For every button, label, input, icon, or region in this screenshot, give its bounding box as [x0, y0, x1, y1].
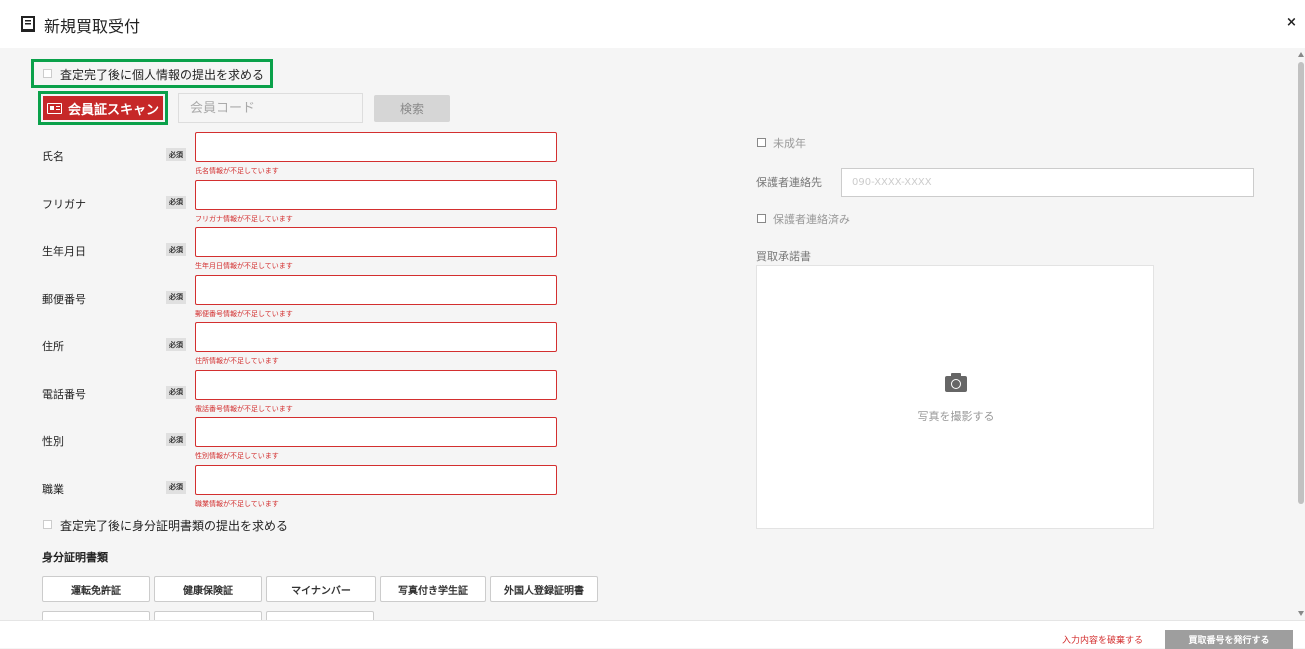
form-body: 査定完了後に個人情報の提出を求める 会員証スキャン 検索 氏名必須氏名情報が不足… — [0, 48, 1297, 620]
member-card-scan-button[interactable]: 会員証スキャン — [43, 96, 163, 120]
issue-purchase-number-button[interactable]: 買取番号を発行する — [1165, 630, 1293, 649]
doc-button-row2-3[interactable] — [266, 611, 374, 620]
doc-button-row2-1[interactable] — [42, 611, 150, 620]
field-error-message: フリガナ情報が不足しています — [195, 214, 293, 223]
field-error-message: 氏名情報が不足しています — [195, 167, 279, 175]
required-badge: 必須 — [166, 433, 186, 446]
guardian-contact-input[interactable] — [841, 168, 1254, 197]
doc-button-row2-2[interactable] — [154, 611, 262, 620]
required-badge: 必須 — [166, 148, 186, 161]
id-docs-section-title: 身分証明書類 — [42, 551, 108, 564]
required-badge: 必須 — [166, 195, 186, 209]
field-label: 氏名 — [42, 150, 64, 163]
field-label: 性別 — [42, 435, 64, 448]
scroll-up-icon[interactable] — [1298, 52, 1304, 57]
field-label: 職業 — [42, 482, 64, 496]
required-badge: 必須 — [166, 338, 186, 351]
field-input[interactable] — [195, 322, 557, 352]
field-input[interactable] — [195, 369, 557, 400]
field-input[interactable] — [195, 227, 557, 257]
minor-label: 未成年 — [773, 137, 806, 150]
field-label: 住所 — [42, 340, 64, 353]
field-label: 郵便番号 — [42, 292, 86, 306]
scrollbar[interactable] — [1297, 48, 1305, 620]
consent-label: 買取承諾書 — [756, 250, 811, 263]
required-badge: 必須 — [166, 480, 186, 494]
consent-photo-area[interactable]: 写真を撮影する — [756, 265, 1154, 529]
doc-button-student-id[interactable]: 写真付き学生証 — [380, 576, 486, 602]
modal-header: 新規買取受付 × — [0, 0, 1305, 48]
field-error-message: 住所情報が不足しています — [195, 357, 279, 365]
field-label: 電話番号 — [42, 387, 86, 401]
minor-checkbox[interactable] — [757, 138, 766, 147]
take-photo-label: 写真を撮影する — [917, 410, 995, 423]
search-button[interactable]: 検索 — [374, 95, 450, 122]
guardian-contacted-checkbox[interactable] — [757, 214, 766, 223]
required-badge: 必須 — [166, 385, 186, 399]
required-badge: 必須 — [166, 243, 186, 256]
field-error-message: 職業情報が不足しています — [195, 499, 279, 508]
member-code-input[interactable] — [178, 93, 363, 123]
page-title: 新規買取受付 — [44, 17, 141, 36]
guardian-contact-label: 保護者連絡先 — [756, 176, 822, 189]
close-button[interactable]: × — [1286, 15, 1297, 30]
discard-input-link[interactable]: 入力内容を破棄する — [1062, 633, 1143, 646]
field-error-message: 性別情報が不足しています — [195, 452, 279, 460]
field-input[interactable] — [195, 179, 557, 210]
guardian-contacted-label: 保護者連絡済み — [773, 213, 850, 226]
field-error-message: 電話番号情報が不足しています — [195, 404, 293, 413]
require-personal-info-label: 査定完了後に個人情報の提出を求める — [60, 68, 265, 82]
field-error-message: 郵便番号情報が不足しています — [195, 309, 293, 318]
doc-button-my-number[interactable]: マイナンバー — [266, 576, 376, 602]
doc-button-alien-registration[interactable]: 外国人登録証明書 — [490, 576, 598, 602]
doc-button-drivers-license[interactable]: 運転免許証 — [42, 576, 150, 602]
id-card-icon — [46, 102, 62, 114]
field-error-message: 生年月日情報が不足しています — [195, 262, 293, 270]
field-input[interactable] — [195, 132, 557, 162]
scroll-down-icon[interactable] — [1298, 611, 1304, 616]
doc-button-health-insurance[interactable]: 健康保険証 — [154, 576, 262, 602]
require-id-checkbox[interactable] — [43, 520, 52, 529]
required-badge: 必須 — [166, 290, 186, 304]
field-input[interactable] — [195, 464, 557, 495]
scan-button-label: 会員証スキャン — [67, 102, 159, 118]
field-label: フリガナ — [42, 197, 86, 211]
modal-footer: 入力内容を破棄する 買取番号を発行する — [0, 620, 1305, 649]
scrollbar-thumb[interactable] — [1298, 62, 1304, 504]
field-input[interactable] — [195, 417, 557, 447]
field-label: 生年月日 — [42, 245, 86, 258]
field-input[interactable] — [195, 274, 557, 305]
camera-icon — [945, 373, 967, 392]
document-icon — [21, 16, 35, 32]
require-personal-info-checkbox[interactable] — [43, 69, 52, 78]
require-id-label: 査定完了後に身分証明書類の提出を求める — [60, 519, 289, 533]
